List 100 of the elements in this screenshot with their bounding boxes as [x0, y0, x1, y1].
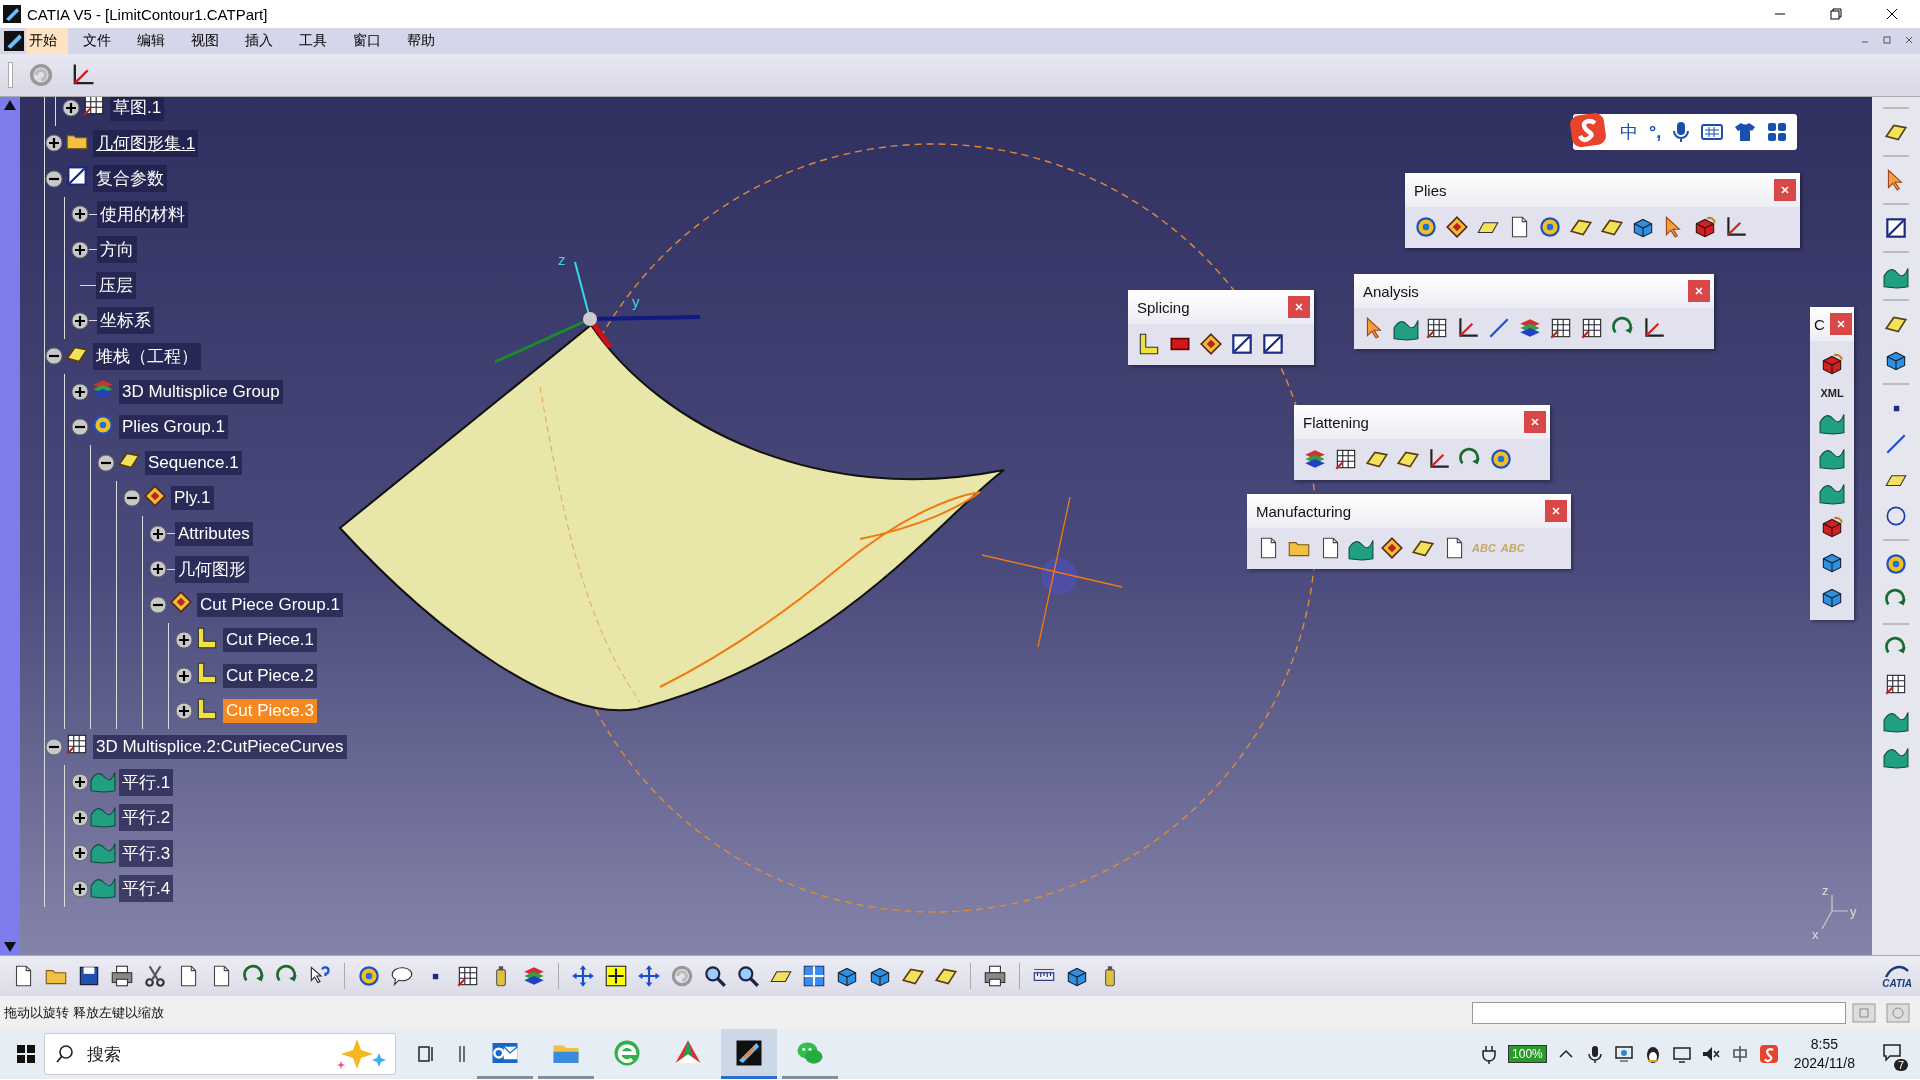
hatched-square-icon[interactable] — [1883, 215, 1909, 241]
tree-label[interactable]: Cut Piece.1 — [223, 628, 317, 653]
tree-label[interactable]: 堆栈（工程） — [93, 342, 201, 370]
collapse-icon[interactable] — [45, 737, 63, 756]
printer-icon[interactable] — [982, 963, 1008, 989]
tree-label[interactable]: Attributes — [175, 521, 253, 546]
clock-date[interactable]: 2024/11/8 — [1793, 1054, 1855, 1073]
expand-icon[interactable] — [71, 879, 89, 898]
menu-item[interactable]: 帮助 — [404, 28, 446, 54]
expand-icon[interactable] — [71, 205, 89, 224]
tree-label[interactable]: Cut Piece.2 — [223, 663, 317, 688]
expand-icon[interactable] — [71, 311, 89, 330]
fit-all-icon[interactable] — [603, 963, 629, 989]
ring-icon[interactable] — [1537, 214, 1563, 240]
close-button[interactable] — [1688, 280, 1710, 302]
menu-item[interactable]: 视图 — [188, 28, 230, 54]
close-button[interactable] — [1545, 500, 1567, 522]
scissors-icon[interactable] — [142, 963, 168, 989]
notification-icon[interactable] — [1882, 1041, 1902, 1062]
zoom-icon[interactable] — [702, 963, 728, 989]
keyboard-icon[interactable] — [1701, 123, 1724, 141]
punctuation-mode[interactable]: °, — [1649, 121, 1662, 143]
menu-item[interactable]: 编辑 — [134, 28, 176, 54]
expand-icon[interactable] — [149, 560, 167, 579]
tree-label[interactable]: 压层 — [96, 271, 136, 299]
diamond-icon[interactable] — [1198, 331, 1224, 357]
tree-label[interactable]: 平行.2 — [119, 804, 174, 832]
pan-icon[interactable] — [570, 963, 596, 989]
tree-label[interactable]: 坐标系 — [97, 307, 154, 335]
expand-icon[interactable] — [71, 382, 89, 401]
expand-icon[interactable] — [175, 702, 193, 721]
shirt-icon[interactable] — [1734, 122, 1757, 142]
microphone-icon[interactable] — [1672, 121, 1691, 143]
tree-label[interactable]: Sequence.1 — [145, 450, 242, 475]
expand-icon[interactable] — [71, 844, 89, 863]
monitor-icon[interactable] — [1613, 1044, 1634, 1064]
hatched-square-icon[interactable] — [1229, 331, 1255, 357]
toolbar-title: Splicing — [1137, 298, 1190, 316]
text-tool-icon[interactable]: XML — [1820, 386, 1844, 400]
battery-indicator[interactable]: 100% — [1508, 1045, 1547, 1063]
tree-label[interactable]: 平行.4 — [119, 875, 174, 903]
collapse-icon[interactable] — [149, 595, 167, 614]
expand-icon[interactable] — [71, 240, 89, 259]
tree-label[interactable]: 3D Multisplice Group — [119, 379, 283, 404]
ring-icon[interactable] — [1883, 551, 1909, 577]
expand-icon[interactable] — [175, 666, 193, 685]
tree-label[interactable]: 草图.1 — [110, 97, 165, 122]
hatched-square-icon[interactable] — [1260, 331, 1286, 357]
printer-icon[interactable] — [109, 963, 135, 989]
expand-icon[interactable] — [62, 98, 80, 117]
menu-item[interactable]: 开始 — [26, 28, 68, 54]
zoom-icon[interactable] — [735, 963, 761, 989]
collapse-icon[interactable] — [45, 169, 63, 188]
display-icon[interactable] — [1671, 1044, 1692, 1064]
diamond-icon[interactable] — [1444, 214, 1470, 240]
tree-label[interactable]: 平行.3 — [119, 839, 174, 867]
menu-item[interactable]: 工具 — [296, 28, 338, 54]
tree-label[interactable]: 几何图形 — [175, 555, 249, 583]
taskbar-app[interactable] — [721, 1029, 777, 1079]
windows-icon[interactable] — [16, 1044, 36, 1064]
expand-icon[interactable] — [45, 134, 63, 153]
tree-label[interactable]: 几何图形集.1 — [93, 129, 199, 157]
ring-icon[interactable] — [1413, 214, 1439, 240]
input-mode[interactable]: 中 — [1620, 120, 1638, 144]
search-field[interactable]: 搜索 — [44, 1033, 396, 1075]
tree-label[interactable]: 使用的材料 — [97, 200, 188, 228]
task-view-icon[interactable] — [416, 1044, 436, 1064]
expand-icon[interactable] — [71, 773, 89, 792]
clock-time[interactable]: 8:55 — [1810, 1035, 1838, 1054]
toolbar-handle[interactable] — [8, 62, 13, 88]
expand-icon[interactable] — [149, 524, 167, 543]
diamond-icon[interactable] — [1379, 535, 1405, 561]
ring-icon[interactable] — [356, 963, 382, 989]
menu-item[interactable]: 文件 — [80, 28, 122, 54]
expand-icon[interactable] — [175, 631, 193, 650]
menu-item[interactable]: 窗口 — [350, 28, 392, 54]
collapse-icon[interactable] — [97, 453, 115, 472]
expand-icon[interactable] — [71, 808, 89, 827]
tree-label[interactable]: Ply.1 — [171, 486, 214, 511]
close-button[interactable] — [1774, 179, 1796, 201]
collapse-icon[interactable] — [71, 418, 89, 437]
menu-item[interactable]: 插入 — [242, 28, 284, 54]
close-button[interactable] — [1524, 411, 1546, 433]
close-button[interactable] — [1288, 296, 1310, 318]
collapse-icon[interactable] — [45, 347, 63, 366]
pan-icon[interactable] — [636, 963, 662, 989]
search-icon[interactable] — [55, 1044, 75, 1064]
tree-label[interactable]: 方向 — [97, 236, 137, 264]
four-panes-icon[interactable] — [801, 963, 827, 989]
close-button[interactable] — [1830, 313, 1852, 335]
grid-icon[interactable] — [1767, 122, 1788, 142]
ring-icon[interactable] — [1488, 446, 1514, 472]
tree-label[interactable]: 3D Multisplice.2:CutPieceCurves — [93, 734, 347, 759]
tree-label[interactable]: 平行.1 — [119, 768, 174, 796]
tree-label[interactable]: Plies Group.1 — [119, 415, 228, 440]
tree-label[interactable]: Cut Piece Group.1 — [197, 592, 343, 617]
command-field[interactable] — [1472, 1001, 1846, 1024]
app-icon[interactable] — [4, 31, 24, 51]
collapse-icon[interactable] — [123, 489, 141, 508]
tree-label[interactable]: 复合参数 — [93, 165, 167, 193]
